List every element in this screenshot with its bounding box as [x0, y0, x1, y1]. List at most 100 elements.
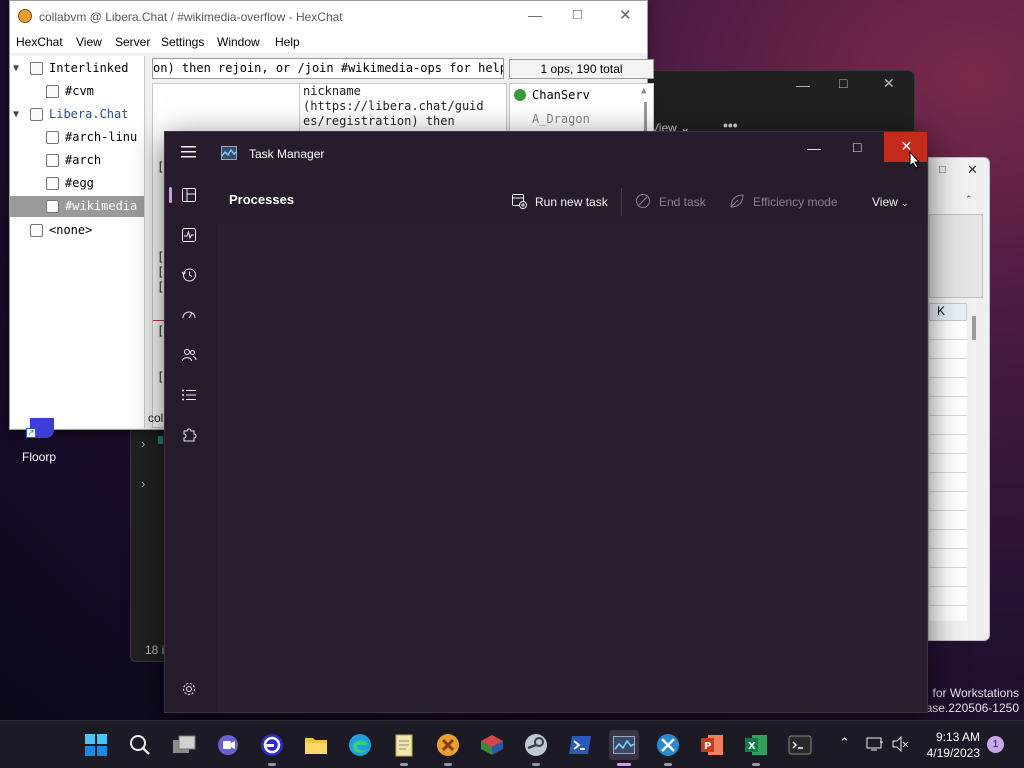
nav-startup-apps[interactable]: [173, 299, 205, 331]
op-status-icon: [514, 89, 526, 101]
watermark-build: lease.220506-1250: [916, 701, 1019, 715]
user-list[interactable]: ChanServ A_Dragon ▲: [509, 83, 654, 133]
nav-services[interactable]: [173, 419, 205, 451]
task-manager-icon: [613, 736, 635, 754]
taskbar-edge[interactable]: [345, 730, 375, 760]
channel-icon: [46, 154, 59, 167]
tree-item-libera[interactable]: ▼ Libera.Chat: [10, 104, 144, 125]
nav-processes[interactable]: [173, 179, 205, 211]
desktop-icon-floorp[interactable]: ↗ Floorp: [14, 418, 64, 464]
menu-help[interactable]: Help: [275, 35, 300, 49]
title-bar[interactable]: collabvm @ Libera.Chat / #wikimedia-over…: [10, 1, 647, 33]
user-item[interactable]: ChanServ: [532, 88, 590, 102]
menu-hexchat[interactable]: HexChat: [16, 35, 63, 49]
server-icon: [30, 108, 43, 121]
tree-label: #egg: [65, 176, 94, 190]
taskbar-xcode-like[interactable]: [653, 730, 683, 766]
task-view-button[interactable]: [169, 730, 199, 760]
taskbar-terminal[interactable]: [785, 730, 815, 760]
process-list-area[interactable]: [217, 224, 927, 712]
minimize-button[interactable]: —: [528, 7, 542, 23]
nav-performance[interactable]: [173, 219, 205, 251]
clock-time[interactable]: 9:13 AM: [920, 730, 980, 744]
volume-muted-icon[interactable]: [892, 735, 910, 755]
taskbar-powershell[interactable]: [565, 730, 595, 760]
view-dropdown[interactable]: View ⌄: [872, 192, 909, 212]
minimize-button[interactable]: —: [807, 140, 821, 156]
tree-label: #cvm: [65, 84, 94, 98]
taskbar-file-explorer[interactable]: [301, 730, 331, 760]
notification-badge[interactable]: 1: [987, 736, 1004, 753]
task-manager-window[interactable]: Task Manager — □ ✕ Processes Run new tas…: [164, 131, 928, 713]
menu-server[interactable]: Server: [115, 35, 150, 49]
window-title: collabvm @ Libera.Chat / #wikimedia-over…: [39, 10, 343, 24]
taskbar-notepad[interactable]: [389, 730, 419, 766]
minimize-button[interactable]: —: [796, 77, 810, 93]
scrollbar-thumb[interactable]: [972, 316, 976, 340]
end-task-button[interactable]: End task: [635, 192, 706, 212]
user-item[interactable]: A_Dragon: [532, 112, 590, 126]
maximize-button[interactable]: □: [573, 6, 582, 23]
search-button[interactable]: [125, 730, 155, 760]
restore-button[interactable]: □: [939, 164, 946, 176]
close-button[interactable]: ✕: [884, 132, 927, 162]
menu-settings[interactable]: Settings: [161, 35, 204, 49]
task-manager-app-icon: [221, 146, 237, 163]
teams-chat-icon: [218, 735, 238, 755]
nav-users[interactable]: [173, 339, 205, 371]
tree-item-interlinked[interactable]: ▼ Interlinked: [10, 58, 144, 79]
efficiency-mode-button[interactable]: Efficiency mode: [729, 192, 838, 212]
channel-icon: [46, 200, 59, 213]
taskbar-steam[interactable]: [521, 730, 551, 766]
taskbar-excel[interactable]: X: [741, 730, 771, 766]
tree-item-wikimedia[interactable]: #wikimedia: [10, 196, 144, 217]
taskbar-hexchat[interactable]: [433, 730, 463, 766]
hamburger-menu-icon[interactable]: [181, 145, 197, 162]
chevron-right-icon[interactable]: ›: [141, 476, 145, 491]
tree-item-none[interactable]: <none>: [10, 220, 144, 241]
expand-arrow-icon[interactable]: ▼: [13, 58, 19, 79]
nav-settings[interactable]: [173, 673, 205, 705]
chat-message: nickname (https://libera.chat/guid es/re…: [299, 84, 487, 132]
nav-app-history[interactable]: [173, 259, 205, 291]
taskbar-powerpoint[interactable]: P: [697, 730, 727, 760]
show-hidden-icons-chevron-icon[interactable]: ⌃: [839, 735, 850, 751]
chevron-right-icon[interactable]: ›: [141, 436, 145, 451]
leaf-icon: [730, 194, 744, 208]
taskbar-winrar[interactable]: [477, 730, 507, 760]
tree-item-arch[interactable]: #arch: [10, 150, 144, 171]
nav-details[interactable]: [173, 379, 205, 411]
network-status-icon[interactable]: [866, 736, 884, 755]
cell-grid[interactable]: [929, 321, 967, 621]
tree-item-egg[interactable]: #egg: [10, 173, 144, 194]
scrollbar-thumb[interactable]: [644, 102, 647, 132]
close-button[interactable]: ✕: [967, 162, 978, 178]
tree-item-cvm[interactable]: #cvm: [10, 81, 144, 102]
floorp-icon: ↗: [24, 418, 54, 440]
history-icon: [181, 268, 196, 282]
tree-label: Interlinked: [49, 61, 129, 75]
close-button[interactable]: ✕: [619, 6, 632, 24]
chat-button[interactable]: [213, 730, 243, 760]
clock-date[interactable]: 4/19/2023: [910, 746, 980, 760]
tree-item-arch-linux[interactable]: #arch-linu: [10, 127, 144, 148]
scroll-up-icon[interactable]: ▲: [641, 86, 646, 96]
maximize-button[interactable]: □: [839, 75, 847, 91]
maximize-button[interactable]: □: [853, 139, 861, 155]
start-button[interactable]: [81, 730, 111, 760]
end-task-label: End task: [659, 195, 706, 209]
column-header[interactable]: K: [929, 303, 967, 321]
menu-window[interactable]: Window: [217, 35, 260, 49]
taskbar-floorp[interactable]: [257, 730, 287, 766]
run-new-task-button[interactable]: Run new task: [511, 192, 608, 212]
settings-gear-icon: [183, 683, 195, 695]
powerpoint-icon: P: [701, 735, 723, 755]
menu-view[interactable]: View: [76, 35, 102, 49]
spreadsheet-window[interactable]: □ ✕ ⌃ K: [928, 157, 990, 641]
taskbar-task-manager[interactable]: [609, 730, 639, 766]
topic-field[interactable]: on) then rejoin, or /join #wikimedia-ops…: [152, 58, 504, 79]
collapse-ribbon-icon[interactable]: ⌃: [965, 194, 973, 205]
close-button[interactable]: ✕: [883, 75, 895, 92]
expand-arrow-icon[interactable]: ▼: [13, 104, 19, 125]
status-text: 18 i: [145, 643, 165, 657]
